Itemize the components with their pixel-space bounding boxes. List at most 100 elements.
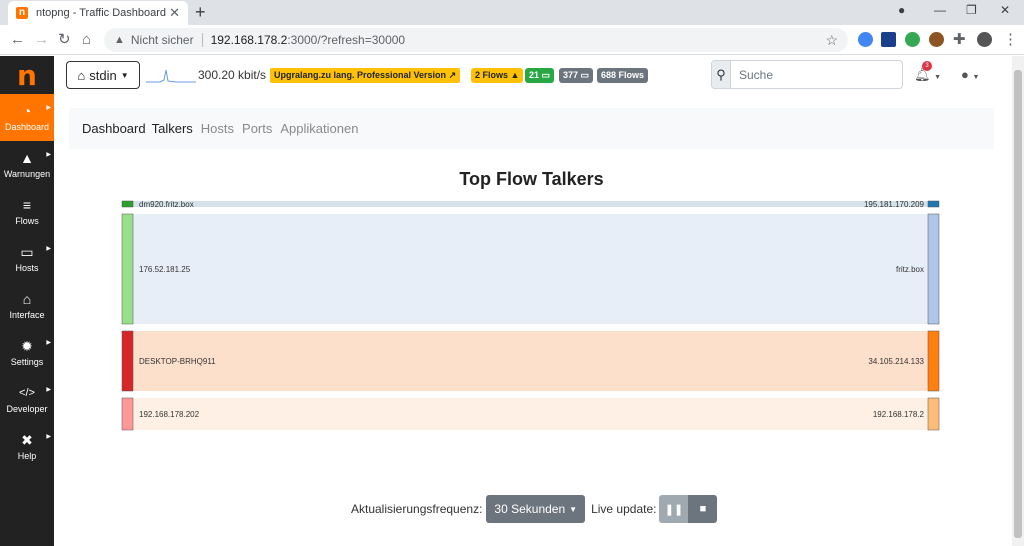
url-bar[interactable]: ▲ Nicht sicher 192.168.178.2 :3000/?refr… — [104, 28, 848, 52]
subnav-brand: Dashboard — [82, 121, 146, 136]
sankey-target-node[interactable] — [927, 397, 940, 431]
throughput-rate: 300.20 kbit/s — [198, 68, 267, 82]
flow-alerts-badge[interactable]: 2 Flows ▲ — [471, 68, 524, 83]
sankey-target-node[interactable] — [927, 200, 940, 208]
avatar[interactable] — [977, 32, 992, 47]
upgrade-badge[interactable]: Upgralang.zu lang. Professional Version … — [270, 68, 461, 83]
sankey-link[interactable] — [133, 214, 928, 324]
remote-hosts-badge[interactable]: 377 ▭ — [559, 68, 594, 83]
code-icon: </> — [19, 387, 35, 399]
browser-toolbar: ← → ↻ ⌂ ▲ Nicht sicher 192.168.178.2 :30… — [0, 25, 1024, 55]
scrollbar-thumb[interactable] — [1014, 70, 1022, 538]
sidebar-item-warnungen[interactable]: ▲ Warnungen ▶ — [0, 141, 54, 188]
tab-hosts[interactable]: Hosts — [201, 121, 234, 136]
chevron-down-icon: ▼ — [934, 74, 942, 81]
flow-alerts-label: 2 Flows — [475, 70, 509, 80]
sankey-link[interactable] — [133, 398, 928, 430]
sidebar-item-hosts[interactable]: ▭ Hosts ▶ — [0, 235, 54, 282]
top-talkers-sankey: dm920.fritz.box 195.181.170.209 176.52.181… — [121, 200, 940, 431]
chevron-down-icon: ▼ — [569, 504, 578, 514]
sidebar-item-label: Help — [17, 451, 37, 461]
laptop-icon: ▭ — [580, 70, 590, 80]
search-input[interactable] — [731, 61, 902, 88]
chevron-right-icon: ▶ — [46, 246, 51, 252]
sidebar-item-help[interactable]: ✖ Help ▶ — [0, 423, 54, 470]
gauge-icon: ◔ — [22, 103, 32, 119]
ntopng-favicon: n — [16, 7, 28, 19]
chevron-down-icon: ▼ — [120, 70, 129, 80]
stop-icon[interactable]: ■ — [688, 495, 718, 523]
pause-icon[interactable]: ❚❚ — [659, 495, 689, 523]
local-hosts-count: 21 — [529, 70, 540, 80]
sidebar-item-settings[interactable]: ✹ Settings ▶ — [0, 329, 54, 376]
tab-ports[interactable]: Ports — [242, 121, 272, 136]
flows-badge[interactable]: 688 Flows — [597, 68, 649, 83]
minimize-icon[interactable]: — — [934, 3, 946, 17]
sankey-source-node[interactable] — [121, 213, 134, 325]
alerts-count: 3 — [922, 61, 932, 71]
sidebar: n ◔ Dashboard ▶ ▲ Warnungen ▶ ≡ Flows ▭ Hosts ▶ ⌂ In… — [0, 56, 54, 546]
flows-icon: ≡ — [22, 197, 32, 213]
gear-icon: ✹ — [21, 338, 33, 354]
home-icon[interactable]: ⌂ — [82, 30, 91, 50]
url-path: :3000/?refresh=30000 — [287, 33, 406, 47]
back-icon[interactable]: ← — [10, 30, 25, 50]
sankey-source-label: dm920.fritz.box — [139, 200, 194, 209]
close-window-icon[interactable]: ✕ — [1000, 3, 1010, 17]
tab-talkers[interactable]: Talkers — [152, 121, 193, 136]
search-box: ⚲ — [711, 60, 903, 89]
chevron-right-icon: ▶ — [46, 152, 51, 158]
menu-dots-icon[interactable]: ⋮ — [1003, 30, 1018, 50]
profile-dot-icon[interactable]: ● — [898, 3, 905, 17]
sankey-link[interactable] — [133, 331, 928, 391]
sankey-target-label: 34.105.214.133 — [868, 357, 924, 366]
sidebar-item-dashboard[interactable]: ◔ Dashboard ▶ — [0, 94, 54, 141]
sankey-source-node[interactable] — [121, 397, 134, 431]
extension-icon[interactable] — [858, 32, 873, 47]
sankey-source-label: 176.52.181.25 — [139, 265, 191, 274]
sidebar-item-developer[interactable]: </> Developer ▶ — [0, 376, 54, 423]
not-secure-label: Nicht sicher — [130, 33, 194, 47]
sankey-target-node[interactable] — [927, 213, 940, 325]
maximize-icon[interactable]: ❐ — [966, 3, 977, 17]
extension-icon[interactable] — [905, 32, 920, 47]
sankey-target-node[interactable] — [927, 330, 940, 392]
interface-name: stdin — [89, 67, 117, 83]
puzzle-icon[interactable]: ✚ — [953, 30, 966, 50]
sidebar-item-label: Flows — [15, 216, 39, 226]
bell-icon[interactable]: 🔔︎ 3 ▼ — [914, 61, 942, 83]
ntopng-logo[interactable]: n — [0, 56, 54, 94]
sidebar-item-label: Settings — [10, 357, 44, 367]
close-tab-icon[interactable]: ✕ — [169, 5, 180, 21]
bookmark-star-icon[interactable]: ☆ — [825, 32, 838, 49]
browser-tab[interactable]: n ntopng - Traffic Dashboard ✕ — [8, 1, 188, 25]
sankey-source-node[interactable] — [121, 200, 134, 208]
interface-dropdown[interactable]: ⌂ stdin ▼ — [66, 61, 140, 89]
user-menu[interactable]: ● ▼ — [961, 67, 979, 82]
sidebar-item-flows[interactable]: ≡ Flows — [0, 188, 54, 235]
sidebar-item-interface[interactable]: ⌂ Interface — [0, 282, 54, 329]
extension-icon[interactable] — [929, 32, 944, 47]
refresh-frequency-dropdown[interactable]: 30 Sekunden ▼ — [486, 495, 586, 523]
ethernet-icon: ⌂ — [22, 291, 32, 307]
dashboard-subnav: Dashboard Talkers Hosts Ports Applikatio… — [69, 108, 994, 149]
sidebar-item-label: Dashboard — [4, 122, 50, 132]
extension-icon[interactable] — [881, 32, 896, 47]
tab-applications[interactable]: Applikationen — [280, 121, 358, 136]
external-link-icon: ↗ — [448, 70, 457, 80]
chevron-right-icon: ▶ — [46, 387, 51, 393]
chevron-right-icon: ▶ — [46, 105, 51, 111]
sidebar-item-label: Warnungen — [3, 169, 51, 179]
sankey-source-label: DESKTOP-BRHQ911 — [139, 357, 216, 366]
live-update-label: Live update: — [591, 502, 657, 516]
page-scrollbar[interactable] — [1012, 56, 1024, 546]
local-hosts-badge[interactable]: 21 ▭ — [525, 68, 555, 83]
new-tab-icon[interactable]: + — [195, 3, 206, 21]
forward-icon[interactable]: → — [34, 30, 49, 50]
sankey-link[interactable] — [133, 201, 928, 207]
sankey-source-node[interactable] — [121, 330, 134, 392]
search-icon[interactable]: ⚲ — [712, 61, 731, 88]
throughput-sparkline — [146, 69, 196, 83]
reload-icon[interactable]: ↻ — [58, 30, 71, 50]
refresh-frequency-label: Aktualisierungsfrequenz: — [351, 502, 483, 516]
